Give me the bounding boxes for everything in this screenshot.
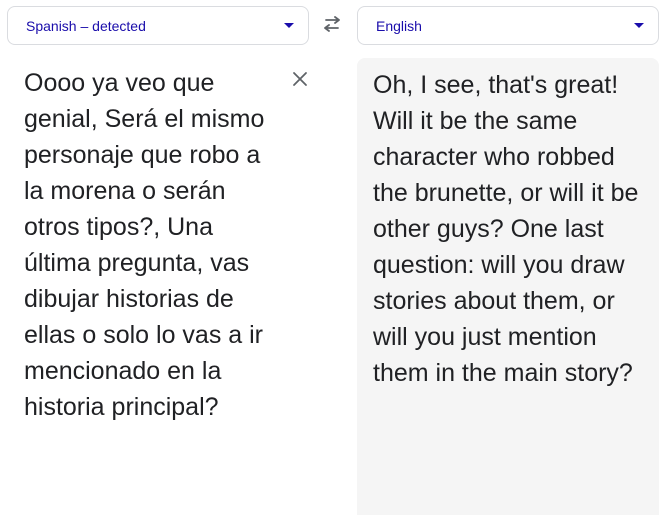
swap-languages-icon bbox=[322, 15, 342, 37]
target-language-label: English bbox=[376, 17, 422, 34]
source-language-select[interactable]: Spanish – detected bbox=[7, 6, 309, 45]
chevron-down-icon bbox=[284, 23, 294, 28]
translated-text: Oh, I see, that's great! Will it be the … bbox=[373, 71, 646, 387]
close-icon bbox=[292, 71, 308, 92]
chevron-down-icon bbox=[634, 23, 644, 28]
source-language-label: Spanish – detected bbox=[26, 17, 146, 34]
target-language-select[interactable]: English bbox=[357, 6, 659, 45]
clear-source-button[interactable] bbox=[289, 70, 311, 92]
swap-languages-button[interactable] bbox=[320, 14, 344, 38]
source-text-input[interactable]: Oooo ya veo que genial, Será el mismo pe… bbox=[24, 65, 286, 425]
translate-widget: Spanish – detected English Oooo ya veo q… bbox=[0, 0, 663, 515]
translation-output-panel: Oh, I see, that's great! Will it be the … bbox=[357, 58, 659, 515]
